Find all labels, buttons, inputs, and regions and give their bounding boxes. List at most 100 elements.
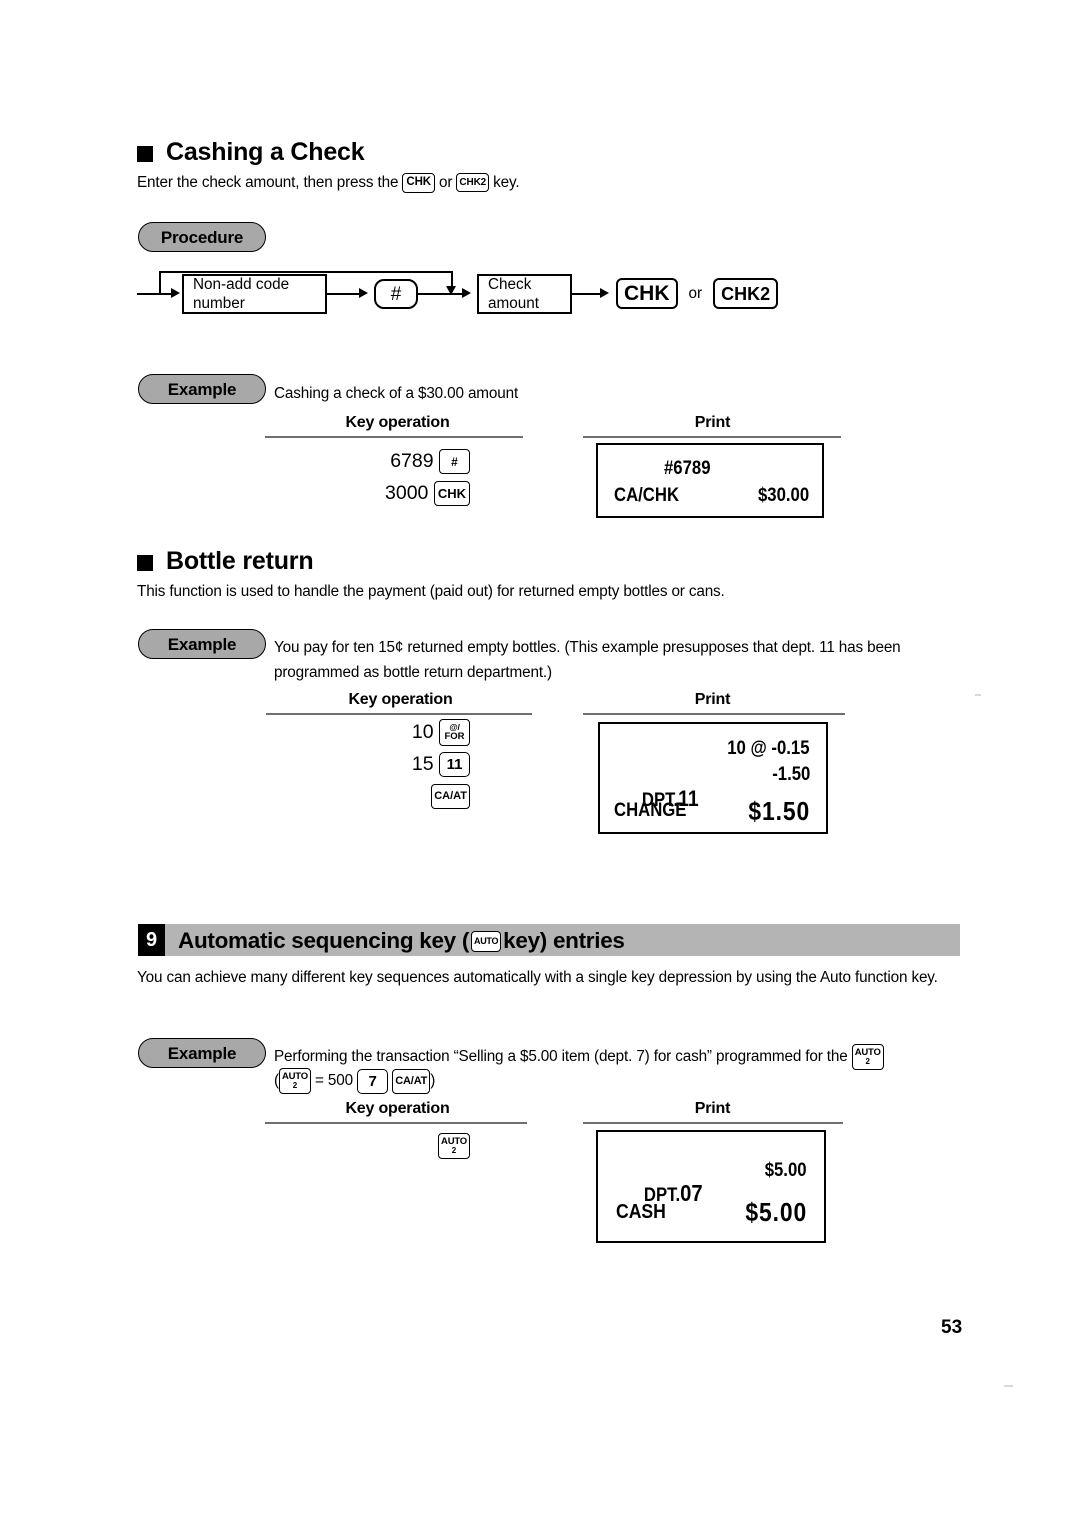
cashing-check-intro: Enter the check amount, then press the C… [137,170,937,195]
section-9-title: Automatic sequencing key ( AUTO key) ent… [178,928,625,954]
chk-key-icon: CHK [433,481,470,507]
square-bullet-icon [137,145,153,162]
hash-key-icon: # [439,449,470,475]
procedure-flow-diagram: Non-add code number # Check amount CHK o… [137,262,779,324]
example-text-1: Cashing a check of a $30.00 amount [274,385,519,402]
col-rule-key-operation-2 [266,713,532,716]
section-9-title-before: Automatic sequencing key ( [178,928,470,953]
flow-arrow-3 [462,288,471,298]
flow-line-4 [572,293,600,296]
flow-chk-key-icon: CHK [616,278,678,309]
receipt-bottle-return: 10 @ -0.15 DPT.11 -1.50 CHANGE $1.50 [598,722,828,834]
col-header-print-2: Print [694,691,731,708]
flow-line-entry [137,293,171,296]
receipt-line-code: #6789 [664,458,711,479]
formula-equals-500: = 500 [315,1072,353,1090]
manual-page: Cashing a Check Enter the check amount, … [0,0,1080,1528]
flow-box-check-amount: Check amount [477,274,572,314]
section-9-body-line2: function key. [854,969,938,986]
flow-box-check-line2: amount [488,295,540,312]
intro-text-mid: or [439,174,453,191]
flow-box-nonadd-line2: number [193,295,245,312]
hash-key-label: # [390,283,402,305]
example-text-2-line1: You pay for ten 15¢ returned empty bottl… [274,639,863,656]
flow-arrow-2 [359,288,368,298]
key-operation-row: 6789 # [330,446,470,476]
col-header-key-operation-3: Key operation [345,1100,450,1117]
auto-2-key-icon: AUTO 2 [278,1068,311,1094]
chk-key-icon: CHK [402,172,435,193]
col-rule-key-operation-1 [265,436,523,439]
col-header-key-operation-1: Key operation [345,414,450,431]
at-for-key-icon: @/ FOR [439,719,470,747]
example-label-1: Example [138,374,266,404]
flow-or-text: or [688,284,703,302]
flow-key-hash: # [374,279,418,309]
flow-box-nonadd-line1: Non-add code [193,276,290,293]
chk2-key-icon: CHK2 [456,173,490,193]
section-9-title-after: key) entries [503,928,625,953]
auto-key-icon: AUTO [471,930,502,952]
receipt-line-dept-amount: -1.50 [771,764,810,785]
col-rule-print-2 [583,713,845,716]
section-9-number-badge: 9 [138,924,165,956]
scan-artifact [975,694,981,696]
flow-line-bypass-left [159,271,162,295]
ca-at-key-icon: CA/AT [392,1068,431,1094]
heading-text: Cashing a Check [166,138,365,166]
bottle-return-body: This function is used to handle the paym… [137,583,725,600]
receipt-cashing-check: #6789 CA/CHK $30.00 [596,443,824,518]
receipt-line-cash-amount: $5.00 [745,1197,807,1227]
receipt-line-qty: 10 @ -0.15 [727,738,810,759]
receipt-auto-sequencing: DPT.07 $5.00 CASH $5.00 [596,1130,826,1243]
example-text-3: Performing the transaction “Selling a $5… [274,1044,954,1070]
key-op-amount: 6789 [390,450,434,472]
example-text-3-formula: ( AUTO 2 = 500 7 CA/AT) [274,1068,674,1094]
section-9-body-line1: You can achieve many different key seque… [137,969,851,986]
receipt-dept-number: 07 [680,1180,703,1206]
key-operation-row: AUTO 2 [400,1130,470,1160]
formula-close-paren: ) [430,1072,436,1090]
col-header-print-3: Print [694,1100,731,1117]
key-operation-row: 15 11 [340,749,470,779]
key-op-amount: 10 [411,721,434,743]
auto-2-key-icon: AUTO 2 [851,1044,884,1070]
heading-cashing-a-check: Cashing a Check [137,138,365,167]
example-text-2: You pay for ten 15¢ returned empty bottl… [274,635,944,685]
receipt-line-label: CA/CHK [614,485,680,506]
key-operation-list-1: 6789 # 3000 CHK [330,446,470,510]
auto-2-key-icon: AUTO 2 [438,1132,470,1159]
key-operation-list-2: 10 @/ FOR 15 11 CA/AT [340,717,470,813]
procedure-label: Procedure [138,222,266,252]
col-header-print-1: Print [694,414,731,431]
receipt-line-change-amount: $1.50 [748,796,810,826]
flow-chk2-key-icon: CHK2 [713,278,779,309]
square-bullet-icon [137,554,153,571]
flow-line-bypass-right [451,271,454,287]
receipt-line-dept: DPT.11 [614,764,699,834]
dept-7-key-icon: 7 [357,1068,389,1094]
flow-line-3 [418,293,462,296]
example-text-3-line1: Performing the transaction “Selling a $5… [274,1048,848,1066]
col-rule-print-1 [583,436,841,439]
receipt-line-dept-amount: $5.00 [765,1160,807,1181]
dept-11-key-icon: 11 [439,752,470,778]
receipt-line-amount: $30.00 [757,485,809,506]
heading-text: Bottle return [166,547,314,575]
example-label-2: Example [138,629,266,659]
key-operation-list-3: AUTO 2 [400,1130,470,1162]
receipt-line-cash-label: CASH [616,1201,666,1223]
receipt-line-change-label: CHANGE [614,800,687,821]
scan-artifact [1004,1385,1013,1387]
flow-arrow-4 [600,288,609,298]
heading-bottle-return: Bottle return [137,547,314,576]
intro-text-before: Enter the check amount, then press the [137,174,399,191]
col-rule-key-operation-3 [265,1122,527,1125]
key-operation-row: 3000 CHK [330,478,470,508]
flow-arrow-1 [171,288,180,298]
key-operation-row: 10 @/ FOR [340,717,470,747]
key-op-amount: 15 [411,753,434,775]
page-number: 53 [941,1317,963,1338]
key-operation-row: CA/AT [340,781,470,811]
col-rule-print-3 [583,1122,843,1125]
